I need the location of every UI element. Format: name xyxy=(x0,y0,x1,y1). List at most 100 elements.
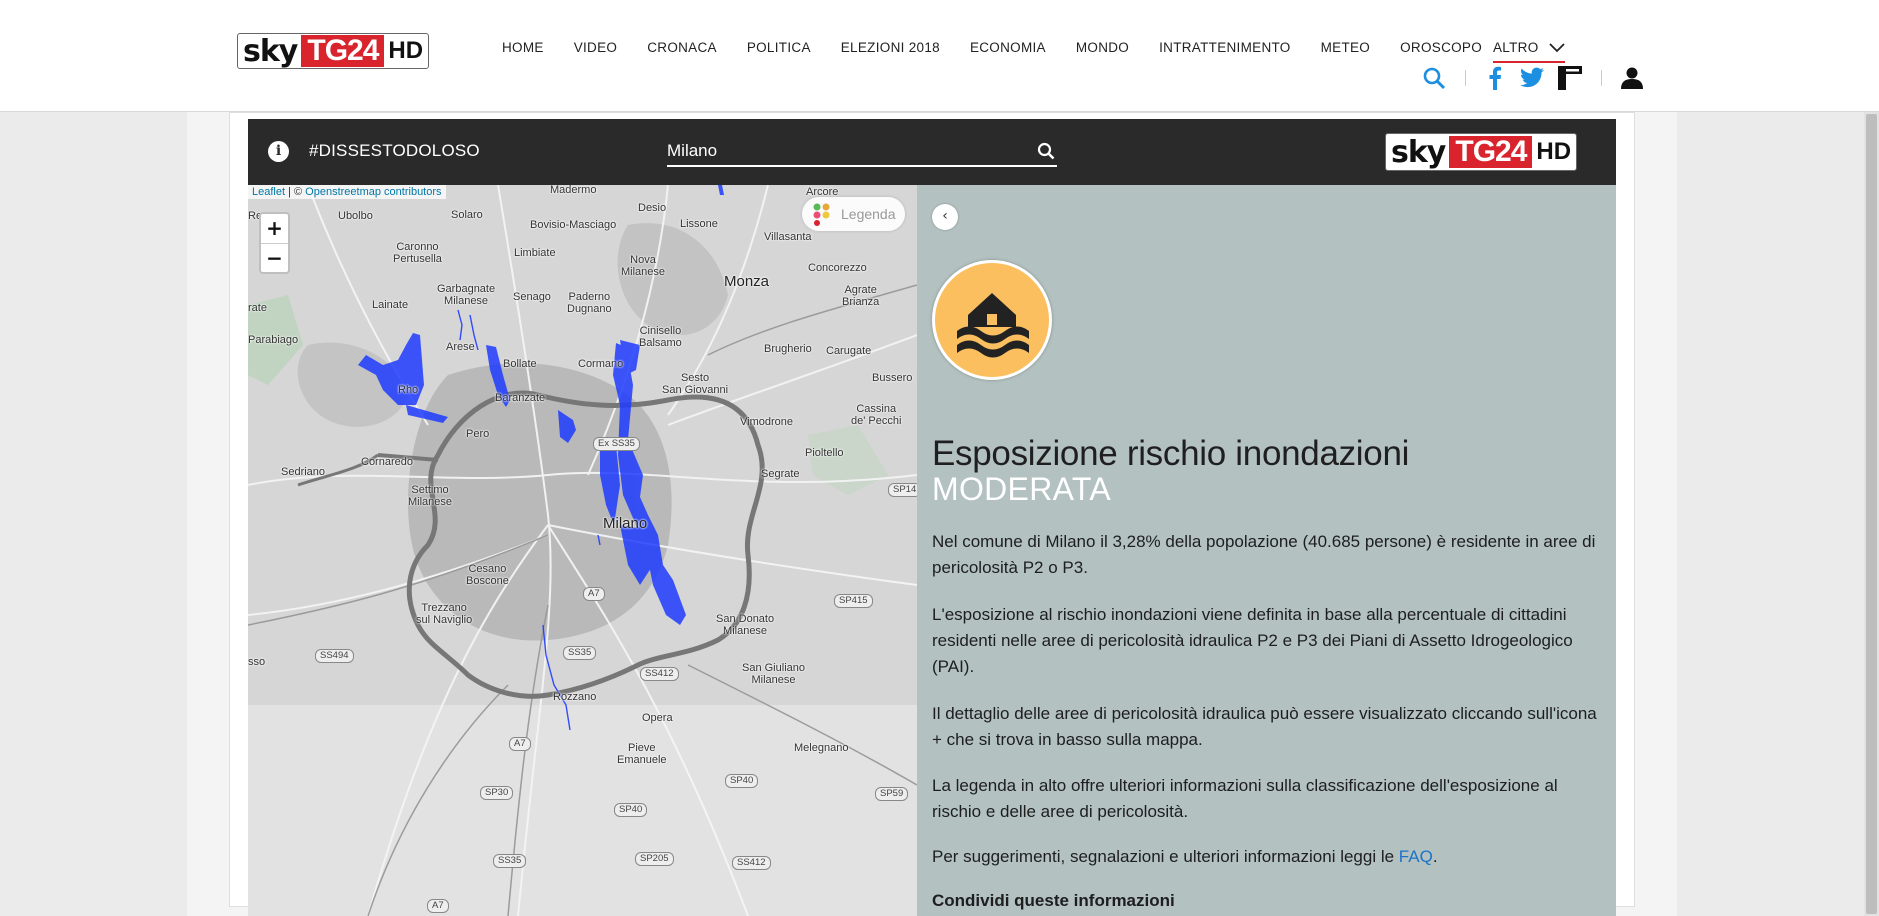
map-label: Cesano Boscone xyxy=(466,563,509,587)
road-shield: SS35 xyxy=(563,646,597,660)
road-shield: SP415 xyxy=(834,594,873,608)
faq-paragraph: Per suggerimenti, segnalazioni e ulterio… xyxy=(932,844,1600,870)
road-shield: SP205 xyxy=(635,852,674,866)
search-icon[interactable] xyxy=(1037,142,1055,160)
nav-item-altro[interactable]: ALTRO xyxy=(1493,40,1565,63)
map-label: Parabiago xyxy=(248,334,299,346)
flipboard-icon[interactable] xyxy=(1558,66,1582,90)
legend-button[interactable]: Legenda xyxy=(802,197,905,231)
map-label: Limbiate xyxy=(514,247,556,259)
road-shield: SS412 xyxy=(640,667,679,681)
info-paragraph: Nel comune di Milano il 3,28% della popo… xyxy=(932,532,1596,577)
logo-sky-text: sky xyxy=(243,33,298,69)
road-shield: SP14 xyxy=(888,483,917,497)
logo-hd-text: HD xyxy=(1536,138,1572,165)
nav-item-oroscopo[interactable]: OROSCOPO xyxy=(1400,40,1482,55)
map-label: Trezzano sul Naviglio xyxy=(416,602,473,626)
map-label: Baranzate xyxy=(495,392,546,404)
nav-item-home[interactable]: HOME xyxy=(502,40,544,55)
road-shield: SS412 xyxy=(732,856,771,870)
map-label: Cassina de' Pecchi xyxy=(851,403,902,427)
map-label: Garbagnate Milanese xyxy=(437,283,496,307)
map-label: Bollate xyxy=(503,358,537,370)
map-label: Vimodrone xyxy=(740,416,793,428)
map-label: Milano xyxy=(603,515,648,532)
map-label: Cormano xyxy=(578,358,624,370)
road-shield: SS494 xyxy=(315,649,354,663)
chevron-down-icon xyxy=(1548,42,1565,52)
map-label: Settimo Milanese xyxy=(408,484,453,508)
main-nav: HOME VIDEO CRONACA POLITICA ELEZIONI 201… xyxy=(502,40,1512,55)
zoom-in-button[interactable]: + xyxy=(261,214,288,243)
skytg24-logo[interactable]: sky TG24 HD xyxy=(237,33,430,69)
nav-item-cronaca[interactable]: CRONACA xyxy=(647,40,717,55)
map-attribution: Leaflet | © Openstreetmap contributors xyxy=(248,185,446,199)
nav-item-elezioni[interactable]: ELEZIONI 2018 xyxy=(841,40,940,55)
nav-item-video[interactable]: VIDEO xyxy=(574,40,618,55)
zoom-out-button[interactable]: − xyxy=(261,243,288,272)
nav-altro-label: ALTRO xyxy=(1493,40,1539,55)
map-label: Pero xyxy=(466,428,490,440)
map-label: Desio xyxy=(638,202,667,214)
twitter-icon[interactable] xyxy=(1520,67,1544,88)
map-label: Agrate Brianza xyxy=(842,284,880,308)
nav-item-politica[interactable]: POLITICA xyxy=(747,40,811,55)
faq-link[interactable]: FAQ xyxy=(1399,847,1433,866)
city-search xyxy=(667,137,1057,167)
road-shield: SS35 xyxy=(493,854,527,868)
map-zoom-control: + − xyxy=(259,212,290,274)
map-label: Rozzano xyxy=(553,691,597,703)
flood-risk-icon xyxy=(932,260,1052,380)
road-shield: A7 xyxy=(427,899,449,913)
nav-item-economia[interactable]: ECONOMIA xyxy=(970,40,1046,55)
road-shield: A7 xyxy=(509,737,531,751)
leaflet-link[interactable]: Leaflet xyxy=(252,186,285,198)
header-divider xyxy=(1601,70,1602,86)
map-label: Segrate xyxy=(761,468,800,480)
road-shield: SP59 xyxy=(875,787,909,801)
user-icon[interactable] xyxy=(1621,67,1643,89)
road-shield: SP40 xyxy=(725,774,759,788)
map-label: Paderno Dugnano xyxy=(567,291,612,315)
share-heading: Condividi queste informazioni xyxy=(932,891,1175,910)
openstreetmap-link[interactable]: Openstreetmap contributors xyxy=(305,186,441,198)
road-shield: SP40 xyxy=(614,803,648,817)
map-label: Monza xyxy=(724,273,770,290)
logo-tg24-text: TG24 xyxy=(1449,136,1533,168)
map-label: Solaro xyxy=(451,209,483,221)
map-label: Bovisio-Masciago xyxy=(530,219,617,231)
nav-item-mondo[interactable]: MONDO xyxy=(1076,40,1129,55)
map-label: Senago xyxy=(513,291,551,303)
map-label: Pioltello xyxy=(805,447,844,459)
map-label: Sedriano xyxy=(281,466,326,478)
logo-tg24-text: TG24 xyxy=(301,35,385,67)
faq-suffix: . xyxy=(1432,847,1438,866)
legend-label: Legenda xyxy=(841,206,896,222)
info-icon[interactable]: i xyxy=(268,141,289,162)
map-label: Lainate xyxy=(372,299,409,311)
map-label: Lissone xyxy=(680,218,718,230)
map-label: Madermo xyxy=(550,185,597,196)
risk-level: MODERATA xyxy=(932,471,1111,507)
city-search-input[interactable] xyxy=(667,137,1027,165)
collapse-panel-button[interactable]: ‹ xyxy=(932,204,958,230)
faq-prefix: Per suggerimenti, segnalazioni e ulterio… xyxy=(932,847,1399,866)
facebook-icon[interactable] xyxy=(1488,66,1502,90)
scrollbar-thumb[interactable] xyxy=(1866,114,1877,914)
map-label: Opera xyxy=(642,712,673,724)
attribution-separator: | © xyxy=(285,186,306,198)
map-label: Villasanta xyxy=(764,231,812,243)
map-label: Concorezzo xyxy=(808,262,867,274)
header-divider xyxy=(1465,70,1466,86)
info-paragraph: L'esposizione al rischio inondazioni vie… xyxy=(932,605,1573,676)
map-label: Ubolbo xyxy=(338,210,373,222)
search-icon[interactable] xyxy=(1422,66,1446,90)
logo-sky-text: sky xyxy=(1391,134,1446,170)
flood-risk-map[interactable]: Madermo Desio Arcore Ubolbo Solaro Bovis… xyxy=(248,185,917,916)
nav-item-meteo[interactable]: METEO xyxy=(1321,40,1371,55)
map-label: Nova Milanese xyxy=(621,254,666,278)
nav-item-intrattenimento[interactable]: INTRATTENIMENTO xyxy=(1159,40,1291,55)
map-label: Rho xyxy=(398,384,419,396)
map-label: Cinisello Balsamo xyxy=(639,325,682,349)
map-label: Cornaredo xyxy=(361,456,413,468)
